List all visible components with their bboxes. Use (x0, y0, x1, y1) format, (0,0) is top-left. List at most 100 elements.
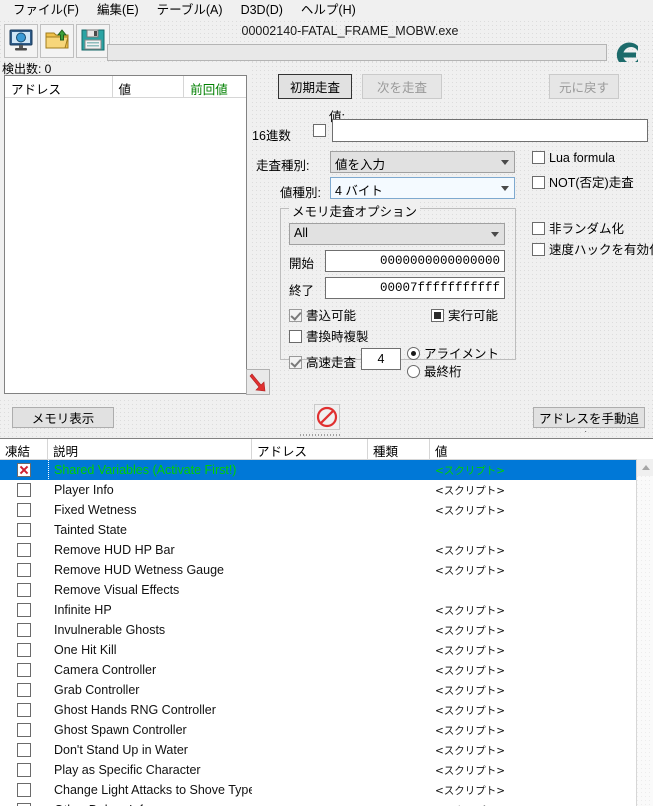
menu-item-help[interactable]: ヘルプ(H) (292, 1, 365, 20)
not-scan-checkbox[interactable] (532, 176, 545, 189)
hex-checkbox[interactable] (313, 124, 326, 137)
table-row[interactable]: Grab Controller <スクリプト> (0, 680, 653, 700)
row-active-checkbox[interactable] (17, 703, 31, 717)
table-row[interactable]: Fixed Wetness <スクリプト> (0, 500, 653, 520)
row-freeze-cell[interactable] (0, 580, 48, 600)
unrandomizer-checkbox[interactable] (532, 222, 545, 235)
table-row[interactable]: Camera Controller <スクリプト> (0, 660, 653, 680)
memory-view-button[interactable]: メモリ表示 (12, 407, 114, 428)
add-selected-address-button[interactable] (246, 369, 270, 395)
row-active-checkbox[interactable] (17, 603, 31, 617)
row-freeze-cell[interactable] (0, 540, 48, 560)
table-row[interactable]: Ghost Hands RNG Controller <スクリプト> (0, 700, 653, 720)
table-row[interactable]: Other Debug Info<スクリプト> (0, 800, 653, 806)
row-freeze-cell[interactable] (0, 560, 48, 580)
value-type-select[interactable]: 4 バイト (330, 177, 515, 199)
row-freeze-cell[interactable] (0, 720, 48, 740)
next-scan-button[interactable]: 次を走査 (362, 74, 442, 99)
row-active-checkbox[interactable] (17, 483, 31, 497)
address-list-scrollbar[interactable] (636, 459, 653, 806)
row-active-checkbox[interactable] (17, 663, 31, 677)
row-freeze-cell[interactable] (0, 780, 48, 800)
lua-formula-checkbox[interactable] (532, 151, 545, 164)
column-header-value[interactable]: 値 (113, 76, 185, 98)
table-row[interactable]: Remove HUD Wetness Gauge <スクリプト> (0, 560, 653, 580)
speedhack-checkbox[interactable] (532, 243, 545, 256)
lua-formula-option[interactable]: Lua formula (532, 151, 615, 165)
row-freeze-cell[interactable] (0, 680, 48, 700)
scan-results-body[interactable] (5, 98, 246, 393)
column-header-address[interactable]: アドレス (252, 439, 368, 459)
table-row[interactable]: Invulnerable Ghosts <スクリプト> (0, 620, 653, 640)
scroll-up-button[interactable] (637, 459, 653, 476)
scan-type-select[interactable]: 値を入力 (330, 151, 515, 173)
row-active-checkbox[interactable] (17, 523, 31, 537)
row-active-checkbox[interactable] (17, 583, 31, 597)
row-active-checkbox[interactable] (17, 743, 31, 757)
row-active-checkbox-checked[interactable] (17, 463, 31, 477)
table-row[interactable]: Shared Variables (Activate First!) <スクリプト… (0, 460, 653, 481)
scan-results-list[interactable]: アドレス 値 前回値 (4, 75, 247, 394)
column-header-type[interactable]: 種類 (368, 439, 430, 459)
fast-scan-option[interactable]: 高速走査 (289, 352, 356, 371)
alignment-radio[interactable] (407, 347, 420, 360)
address-list-table[interactable]: 凍結 説明 アドレス 種類 値 Shared Variables (Activa… (0, 438, 653, 806)
row-active-checkbox[interactable] (17, 643, 31, 657)
column-header-value[interactable]: 値 (430, 439, 640, 459)
row-freeze-cell[interactable] (0, 700, 48, 720)
first-scan-button[interactable]: 初期走査 (278, 74, 352, 99)
menu-item-edit[interactable]: 編集(E) (88, 1, 148, 20)
table-row[interactable]: Don't Stand Up in Water <スクリプト> (0, 740, 653, 760)
row-freeze-cell[interactable] (0, 760, 48, 780)
row-freeze-cell[interactable] (0, 500, 48, 520)
table-row[interactable]: One Hit Kill <スクリプト> (0, 640, 653, 660)
fast-scan-value-input[interactable]: 4 (361, 348, 401, 370)
unrandomizer-option[interactable]: 非ランダム化 (532, 218, 624, 237)
row-active-checkbox[interactable] (17, 563, 31, 577)
row-freeze-cell[interactable] (0, 740, 48, 760)
scan-value-input[interactable] (332, 119, 648, 142)
row-active-checkbox[interactable] (17, 683, 31, 697)
column-header-freeze[interactable]: 凍結 (0, 439, 48, 459)
menu-item-d3d[interactable]: D3D(D) (232, 1, 292, 20)
row-active-checkbox[interactable] (17, 763, 31, 777)
not-scan-option[interactable]: NOT(否定)走査 (532, 172, 634, 191)
row-freeze-cell[interactable] (0, 480, 48, 500)
menu-item-file[interactable]: ファイル(F) (4, 1, 88, 20)
start-address-input[interactable] (325, 250, 505, 272)
speedhack-option[interactable]: 速度ハックを有効化 (532, 239, 653, 258)
row-active-checkbox[interactable] (17, 723, 31, 737)
row-freeze-cell[interactable] (0, 620, 48, 640)
table-row[interactable]: Remove Visual Effects (0, 580, 653, 600)
row-freeze-cell[interactable] (0, 800, 48, 806)
row-active-checkbox[interactable] (17, 623, 31, 637)
last-digits-radio[interactable] (407, 365, 420, 378)
copy-on-write-option[interactable]: 書換時複製 (289, 326, 369, 345)
row-active-checkbox[interactable] (17, 783, 31, 797)
row-freeze-cell[interactable] (0, 640, 48, 660)
table-row[interactable]: Infinite HP <スクリプト> (0, 600, 653, 620)
stop-scan-button[interactable] (314, 404, 340, 430)
menu-item-table[interactable]: テーブル(A) (148, 1, 232, 20)
last-digits-radio-option[interactable]: 最終桁 (407, 361, 462, 380)
row-active-checkbox[interactable] (17, 543, 31, 557)
row-active-checkbox[interactable] (17, 503, 31, 517)
alignment-radio-option[interactable]: アライメント (407, 343, 499, 362)
table-row[interactable]: Remove HUD HP Bar <スクリプト> (0, 540, 653, 560)
undo-scan-button[interactable]: 元に戻す (549, 74, 619, 99)
executable-option[interactable]: 実行可能 (431, 305, 498, 324)
column-header-description[interactable]: 説明 (48, 439, 252, 459)
memory-region-select[interactable]: All (289, 223, 505, 245)
select-process-button[interactable] (4, 24, 38, 58)
address-list-body[interactable]: Shared Variables (Activate First!) <スクリプト… (0, 460, 653, 806)
open-table-button[interactable] (40, 24, 74, 58)
row-freeze-cell[interactable] (0, 520, 48, 540)
scroll-track[interactable] (637, 476, 653, 806)
writable-option[interactable]: 書込可能 (289, 305, 356, 324)
fast-scan-checkbox[interactable] (289, 356, 302, 369)
copy-on-write-checkbox[interactable] (289, 330, 302, 343)
table-row[interactable]: Ghost Spawn Controller <スクリプト> (0, 720, 653, 740)
table-row[interactable]: Change Light Attacks to Shove Type <スクリプト… (0, 780, 653, 800)
table-row[interactable]: Player Info <スクリプト> (0, 480, 653, 500)
column-header-previous[interactable]: 前回値 (184, 76, 246, 98)
